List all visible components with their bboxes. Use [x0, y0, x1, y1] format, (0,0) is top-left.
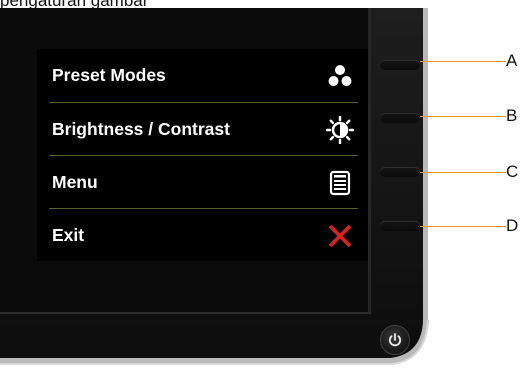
hardware-button-b[interactable]: [380, 113, 420, 123]
osd-item-brightness-contrast[interactable]: Brightness / Contrast: [37, 103, 368, 156]
osd-item-menu[interactable]: Menu: [37, 156, 368, 209]
hardware-button-c[interactable]: [380, 167, 420, 177]
callout-line-c: [420, 172, 506, 173]
callout-label-c: C: [506, 162, 519, 181]
osd-item-label: Exit: [52, 225, 85, 245]
power-button[interactable]: [380, 325, 410, 355]
osd-item-preset-modes[interactable]: Preset Modes: [37, 49, 368, 102]
hardware-button-a[interactable]: [380, 60, 420, 70]
osd-item-label: Brightness / Contrast: [52, 119, 230, 139]
callout-label-b: B: [506, 106, 518, 125]
osd-item-exit[interactable]: Exit: [37, 209, 368, 262]
osd-item-label: Preset Modes: [52, 65, 166, 85]
osd-menu: Preset Modes Brightness / Contrast Menu …: [37, 49, 368, 261]
callout-line-a: [420, 61, 506, 62]
callout-label-d: D: [506, 216, 519, 235]
preset-modes-icon: [326, 62, 354, 90]
menu-icon: [326, 169, 354, 197]
brightness-contrast-icon: [326, 116, 354, 144]
exit-x-icon: [326, 222, 354, 250]
hardware-button-d[interactable]: [380, 221, 420, 231]
callout-line-b: [420, 116, 506, 117]
callout-label-a: A: [506, 51, 518, 70]
monitor-bezel: Preset Modes Brightness / Contrast Menu …: [0, 8, 432, 372]
osd-item-label: Menu: [52, 172, 98, 192]
callout-line-d: [420, 226, 506, 227]
